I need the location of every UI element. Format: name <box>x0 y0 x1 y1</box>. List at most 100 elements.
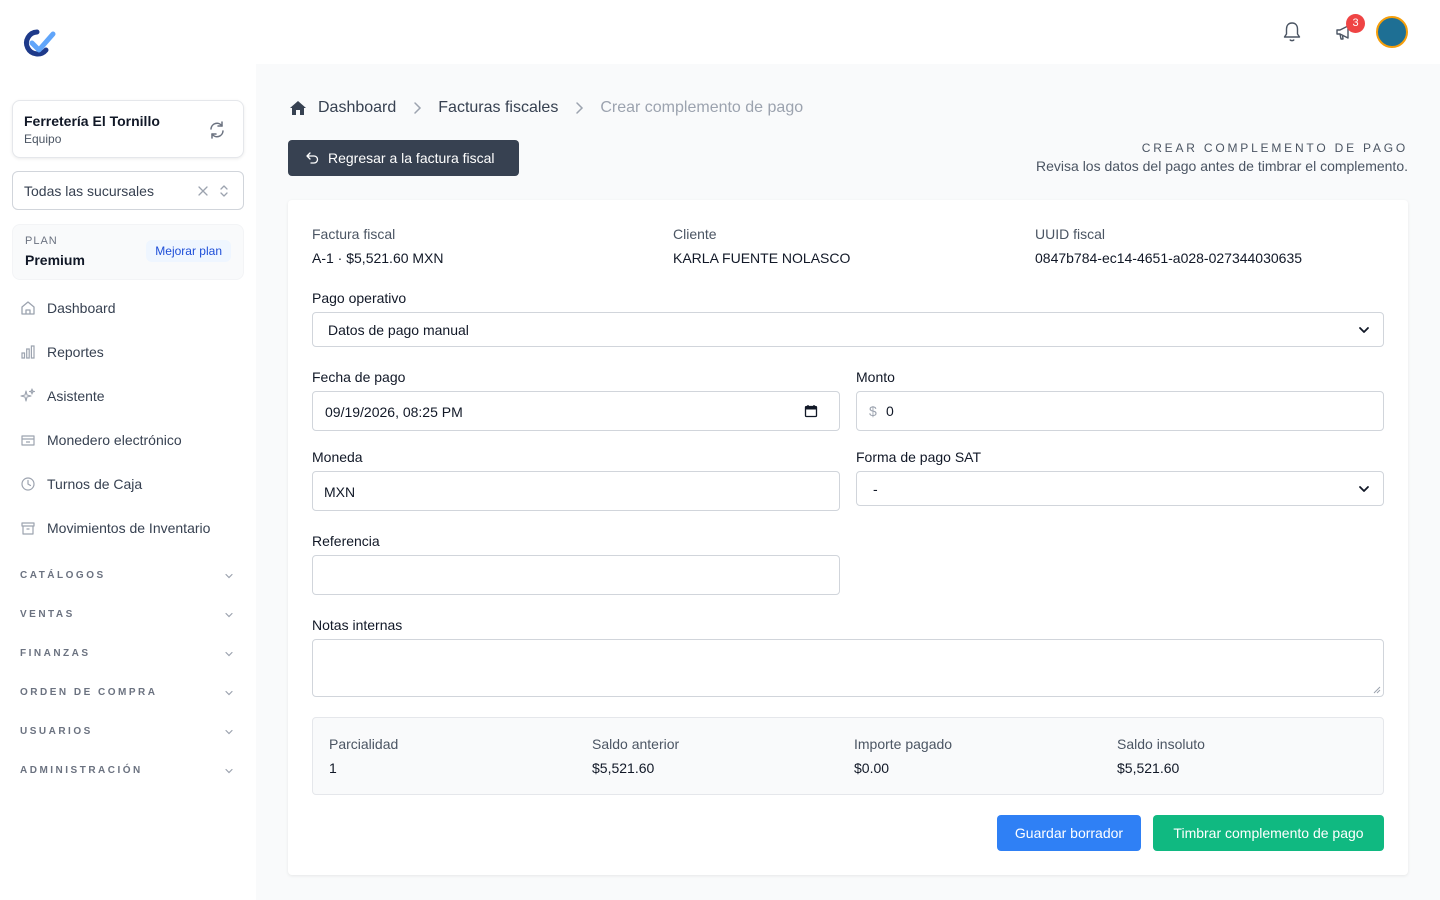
section-label: ADMINISTRACIÓN <box>20 765 143 776</box>
undo-arrow-icon <box>306 152 319 164</box>
summary-paid-amount: Importe pagado $0.00 <box>854 736 952 776</box>
clear-icon[interactable] <box>197 185 209 197</box>
sidebar-section-usuarios[interactable]: USUARIOS <box>20 726 236 740</box>
home-icon[interactable] <box>289 99 307 117</box>
section-label: CATÁLOGOS <box>20 570 106 581</box>
sidebar-item-monedero[interactable]: Monedero electrónico <box>20 429 182 451</box>
operative-payment-value: Datos de pago manual <box>328 322 469 338</box>
sidebar-item-label: Monedero electrónico <box>47 432 182 448</box>
summary-label: Parcialidad <box>329 736 399 752</box>
app-logo-icon[interactable] <box>20 28 56 58</box>
breadcrumb: Dashboard Facturas fiscales Crear comple… <box>289 98 803 118</box>
sidebar-item-label: Reportes <box>47 344 104 360</box>
sidebar-item-asistente[interactable]: Asistente <box>20 385 105 407</box>
summary-outstanding-balance: Saldo insoluto $5,521.60 <box>1117 736 1205 776</box>
chevron-down-icon <box>225 573 233 579</box>
sidebar: Ferretería El Tornillo Equipo Todas las … <box>0 0 256 900</box>
section-label: VENTAS <box>20 609 75 620</box>
user-avatar[interactable] <box>1376 16 1408 48</box>
sidebar-item-turnos[interactable]: Turnos de Caja <box>20 473 142 495</box>
resize-handle-icon[interactable] <box>1373 686 1381 694</box>
organization-card[interactable]: Ferretería El Tornillo Equipo <box>12 100 244 158</box>
sidebar-item-reportes[interactable]: Reportes <box>20 341 104 363</box>
sidebar-section-finanzas[interactable]: FINANZAS <box>20 648 236 662</box>
plan-label: PLAN <box>25 235 58 247</box>
sidebar-section-administracion[interactable]: ADMINISTRACIÓN <box>20 765 236 779</box>
sidebar-item-dashboard[interactable]: Dashboard <box>20 297 116 319</box>
internal-notes-textarea[interactable] <box>312 639 1384 697</box>
sparkles-icon <box>20 388 36 402</box>
section-label: ORDEN DE COMPRA <box>20 687 158 698</box>
summary-partiality: Parcialidad 1 <box>329 736 398 776</box>
chevron-down-icon <box>1359 486 1369 492</box>
summary-value: $5,521.60 <box>1117 760 1180 776</box>
payment-summary: Parcialidad 1 Saldo anterior $5,521.60 I… <box>312 717 1384 795</box>
payment-date-input[interactable]: 09/19/2026, 08:25 PM <box>312 391 840 431</box>
summary-value: $0.00 <box>854 760 890 776</box>
sat-payment-form-value: - <box>873 481 878 497</box>
sidebar-item-label: Dashboard <box>47 300 116 316</box>
chevron-right-icon <box>414 102 422 114</box>
summary-value: 1 <box>329 760 337 776</box>
summary-label: Importe pagado <box>854 736 953 752</box>
breadcrumb-facturas[interactable]: Facturas fiscales <box>438 99 558 117</box>
sidebar-item-label: Movimientos de Inventario <box>47 520 211 536</box>
bar-chart-icon <box>21 345 35 359</box>
sat-payment-form-select[interactable]: - <box>856 471 1384 506</box>
uuid-label: UUID fiscal <box>1035 226 1106 242</box>
sat-payment-form-label: Forma de pago SAT <box>856 449 982 465</box>
breadcrumb-dashboard[interactable]: Dashboard <box>318 99 396 117</box>
chevron-down-icon <box>225 612 233 618</box>
chevron-down-icon <box>225 690 233 696</box>
chevron-right-icon <box>576 102 584 114</box>
branch-select[interactable]: Todas las sucursales <box>12 171 244 210</box>
summary-label: Saldo anterior <box>592 736 680 752</box>
reference-input[interactable] <box>312 555 840 595</box>
chevron-down-icon <box>1359 327 1369 333</box>
branch-select-value: Todas las sucursales <box>24 183 154 199</box>
clock-icon <box>21 477 35 491</box>
chevron-up-down-icon <box>220 185 228 197</box>
upgrade-plan-button[interactable]: Mejorar plan <box>146 240 231 262</box>
internal-notes-label: Notas internas <box>312 617 403 633</box>
wallet-icon <box>21 435 35 446</box>
home-icon <box>21 301 35 315</box>
sidebar-section-catalogos[interactable]: CATÁLOGOS <box>20 570 236 584</box>
payment-date-label: Fecha de pago <box>312 369 406 385</box>
sidebar-section-orden-compra[interactable]: ORDEN DE COMPRA <box>20 687 236 701</box>
save-draft-button[interactable]: Guardar borrador <box>997 815 1141 851</box>
sidebar-section-ventas[interactable]: VENTAS <box>20 609 236 623</box>
client-label: Cliente <box>673 226 717 242</box>
chevron-down-icon <box>225 768 233 774</box>
organization-name: Ferretería El Tornillo <box>24 113 160 129</box>
fiscal-invoice-value: A-1 · $5,521.60 MXN <box>312 250 444 266</box>
bell-icon[interactable] <box>1282 21 1302 43</box>
stamp-complement-button[interactable]: Timbrar complemento de pago <box>1153 815 1384 851</box>
currency-value: MXN <box>324 484 356 500</box>
top-bar <box>256 0 1440 64</box>
breadcrumb-current: Crear complemento de pago <box>600 99 804 116</box>
chevron-down-icon <box>225 729 233 735</box>
plan-box: PLAN Premium Mejorar plan <box>12 224 244 280</box>
switch-organization-icon[interactable] <box>207 120 227 140</box>
calendar-icon[interactable] <box>804 404 818 418</box>
back-to-invoice-button[interactable]: Regresar a la factura fiscal <box>288 140 519 176</box>
summary-value: $5,521.60 <box>592 760 655 776</box>
amount-input[interactable]: $ 0 <box>856 391 1384 431</box>
amount-value: 0 <box>886 403 894 419</box>
uuid-info: UUID fiscal 0847b784-ec14-4651-a028-0273… <box>1035 226 1302 266</box>
currency-input[interactable]: MXN <box>312 471 840 511</box>
operative-payment-label: Pago operativo <box>312 290 407 306</box>
organization-role: Equipo <box>24 132 62 146</box>
payment-date-value: 09/19/2026, 08:25 PM <box>325 404 463 420</box>
fiscal-invoice-label: Factura fiscal <box>312 226 396 242</box>
plan-name: Premium <box>25 252 85 268</box>
sidebar-item-inventario[interactable]: Movimientos de Inventario <box>20 517 210 539</box>
notification-badge: 3 <box>1346 14 1365 33</box>
client-info: Cliente KARLA FUENTE NOLASCO <box>673 226 850 266</box>
invoice-info: Factura fiscal A-1 · $5,521.60 MXN <box>312 226 444 266</box>
client-value: KARLA FUENTE NOLASCO <box>673 250 851 266</box>
amount-label: Monto <box>856 369 895 385</box>
operative-payment-select[interactable]: Datos de pago manual <box>312 312 1384 347</box>
currency-label: Moneda <box>312 449 363 465</box>
